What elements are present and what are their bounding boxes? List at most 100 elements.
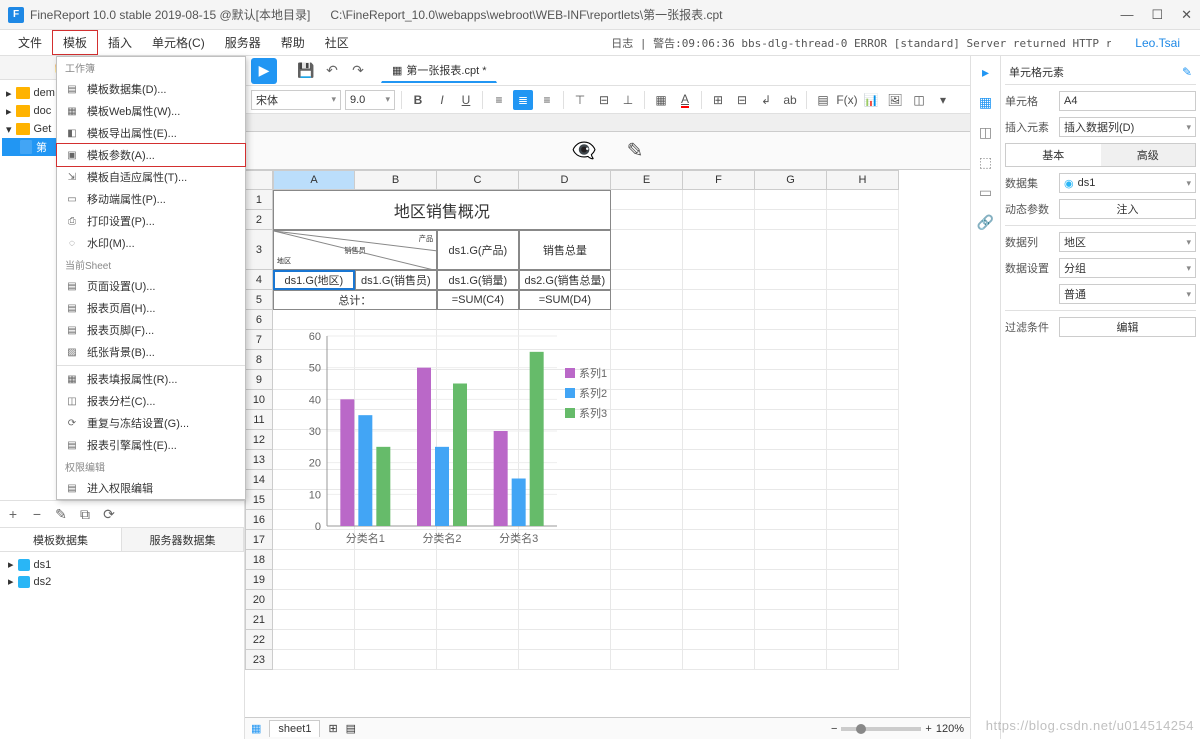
italic-icon[interactable]: I xyxy=(432,90,452,110)
dd-template-dataset[interactable]: ▤模板数据集(D)... xyxy=(57,78,245,100)
row-header[interactable]: 2 xyxy=(245,210,273,230)
dd-mobile[interactable]: ▭移动端属性(P)... xyxy=(57,188,245,210)
menu-community[interactable]: 社区 xyxy=(315,31,359,54)
function-icon[interactable]: F(x) xyxy=(837,90,857,110)
row-header[interactable]: 5 xyxy=(245,290,273,310)
row-header[interactable]: 4 xyxy=(245,270,273,290)
merge-icon[interactable]: ⊞ xyxy=(708,90,728,110)
row-header[interactable]: 18 xyxy=(245,550,273,570)
cell[interactable]: 总计： xyxy=(273,290,437,310)
cell[interactable]: =SUM(C4) xyxy=(437,290,519,310)
align-left-icon[interactable]: ≡ xyxy=(489,90,509,110)
row-header[interactable]: 8 xyxy=(245,350,273,370)
row-header[interactable]: 19 xyxy=(245,570,273,590)
edit-ds-button[interactable]: ✎ xyxy=(52,505,70,523)
zoom-in-icon[interactable]: + xyxy=(925,723,931,735)
embedded-chart[interactable]: 0102030405060分类名1分类名2分类名3系列1系列2系列3 xyxy=(287,326,627,556)
dd-footer[interactable]: ▤报表页脚(F)... xyxy=(57,319,245,341)
wrap-icon[interactable]: ↲ xyxy=(756,90,776,110)
col-header[interactable]: A xyxy=(273,170,355,190)
row-header[interactable]: 20 xyxy=(245,590,273,610)
zoom-out-icon[interactable]: − xyxy=(831,723,837,735)
grid-icon[interactable]: ▦ xyxy=(976,92,996,112)
row-header[interactable]: 3 xyxy=(245,230,273,270)
add-sheet-icon[interactable]: ⊞ xyxy=(328,722,337,735)
row-header[interactable]: 10 xyxy=(245,390,273,410)
image-icon[interactable]: 🖼 xyxy=(885,90,905,110)
maximize-button[interactable]: ☐ xyxy=(1151,7,1163,23)
ds-tab-server[interactable]: 服务器数据集 xyxy=(122,528,244,551)
add-button[interactable]: + xyxy=(4,505,22,523)
row-header[interactable]: 13 xyxy=(245,450,273,470)
dd-engine[interactable]: ▤报表引擎属性(E)... xyxy=(57,434,245,456)
dataset-item[interactable]: ▸ds1 xyxy=(4,556,240,573)
row-header[interactable]: 6 xyxy=(245,310,273,330)
save-icon[interactable]: 💾 xyxy=(295,60,317,82)
unmerge-icon[interactable]: ⊟ xyxy=(732,90,752,110)
cell-a4[interactable]: ds1.G(地区) xyxy=(273,270,355,290)
cell-element-icon[interactable]: ▸ xyxy=(976,62,996,82)
cell[interactable]: ds2.G(销售总量) xyxy=(519,270,611,290)
expand-icon[interactable]: ⬚ xyxy=(976,152,996,172)
style-icon[interactable]: ◫ xyxy=(976,122,996,142)
dd-page-setup[interactable]: ▤页面设置(U)... xyxy=(57,275,245,297)
row-header[interactable]: 9 xyxy=(245,370,273,390)
rp-tab-advanced[interactable]: 高级 xyxy=(1101,144,1196,166)
dd-template-web[interactable]: ▦模板Web属性(W)... xyxy=(57,100,245,122)
menu-server[interactable]: 服务器 xyxy=(215,31,271,54)
cell[interactable]: ds1.G(销量) xyxy=(437,270,519,290)
dd-fill-attr[interactable]: ▦报表填报属性(R)... xyxy=(57,368,245,390)
filter-icon[interactable]: ▭ xyxy=(976,182,996,202)
col-header[interactable]: E xyxy=(611,170,683,190)
parameter-bar[interactable]: 👁‍🗨 ✎ xyxy=(245,132,970,170)
col-header[interactable]: C xyxy=(437,170,519,190)
dd-template-params[interactable]: ▣模板参数(A)... xyxy=(56,143,246,167)
remove-button[interactable]: − xyxy=(28,505,46,523)
col-header[interactable]: F xyxy=(683,170,755,190)
col-header[interactable]: B xyxy=(355,170,437,190)
inject-button[interactable]: 注入 xyxy=(1059,199,1196,219)
dd-auth-edit[interactable]: ▤进入权限编辑 xyxy=(57,477,245,499)
more-icon[interactable]: ▾ xyxy=(933,90,953,110)
row-header[interactable]: 14 xyxy=(245,470,273,490)
redo-icon[interactable]: ↷ xyxy=(347,60,369,82)
row-header[interactable]: 21 xyxy=(245,610,273,630)
widget-icon[interactable]: ◫ xyxy=(909,90,929,110)
col-header[interactable]: H xyxy=(827,170,899,190)
dataset-item[interactable]: ▸ds2 xyxy=(4,573,240,590)
row-header[interactable]: 15 xyxy=(245,490,273,510)
valign-top-icon[interactable]: ⊤ xyxy=(570,90,590,110)
col-header[interactable]: D xyxy=(519,170,611,190)
row-header[interactable]: 7 xyxy=(245,330,273,350)
valign-bot-icon[interactable]: ⊥ xyxy=(618,90,638,110)
chart-icon[interactable]: 📊 xyxy=(861,90,881,110)
menu-template[interactable]: 模板 xyxy=(52,30,98,55)
col-header[interactable]: G xyxy=(755,170,827,190)
row-header[interactable]: 11 xyxy=(245,410,273,430)
sheet-menu-icon[interactable]: ▤ xyxy=(346,722,356,735)
minimize-button[interactable]: — xyxy=(1120,7,1133,23)
edit-icon[interactable]: ✎ xyxy=(627,138,644,163)
row-header[interactable]: 16 xyxy=(245,510,273,530)
refresh-button[interactable]: ⟳ xyxy=(100,505,118,523)
user-name[interactable]: Leo.Tsai xyxy=(1123,34,1192,52)
row-header[interactable]: 17 xyxy=(245,530,273,550)
sheet-area[interactable]: A B C D E F G H 123456789101112131415161… xyxy=(245,170,970,717)
zoom-slider[interactable] xyxy=(841,727,921,731)
dd-paper-bg[interactable]: ▨纸张背景(B)... xyxy=(57,341,245,363)
datacol-select[interactable]: 地区 xyxy=(1059,232,1196,252)
dd-columns[interactable]: ◫报表分栏(C)... xyxy=(57,390,245,412)
rp-tab-basic[interactable]: 基本 xyxy=(1006,144,1101,166)
valign-mid-icon[interactable]: ⊟ xyxy=(594,90,614,110)
bold-icon[interactable]: B xyxy=(408,90,428,110)
menu-insert[interactable]: 插入 xyxy=(98,31,142,54)
dataset-select[interactable]: ◉ds1 xyxy=(1059,173,1196,193)
gear-icon[interactable]: ✎ xyxy=(1182,65,1192,79)
dd-template-adaptive[interactable]: ⇲模板自适应属性(T)... xyxy=(57,166,245,188)
cell-ref-input[interactable]: A4 xyxy=(1059,91,1196,111)
eye-off-icon[interactable]: 👁‍🗨 xyxy=(572,138,597,163)
indent-icon[interactable]: ab xyxy=(780,90,800,110)
border-icon[interactable]: ▦ xyxy=(651,90,671,110)
preview-button[interactable]: ▶ xyxy=(251,58,277,84)
dataset-setting2-select[interactable]: 普通 xyxy=(1059,284,1196,304)
